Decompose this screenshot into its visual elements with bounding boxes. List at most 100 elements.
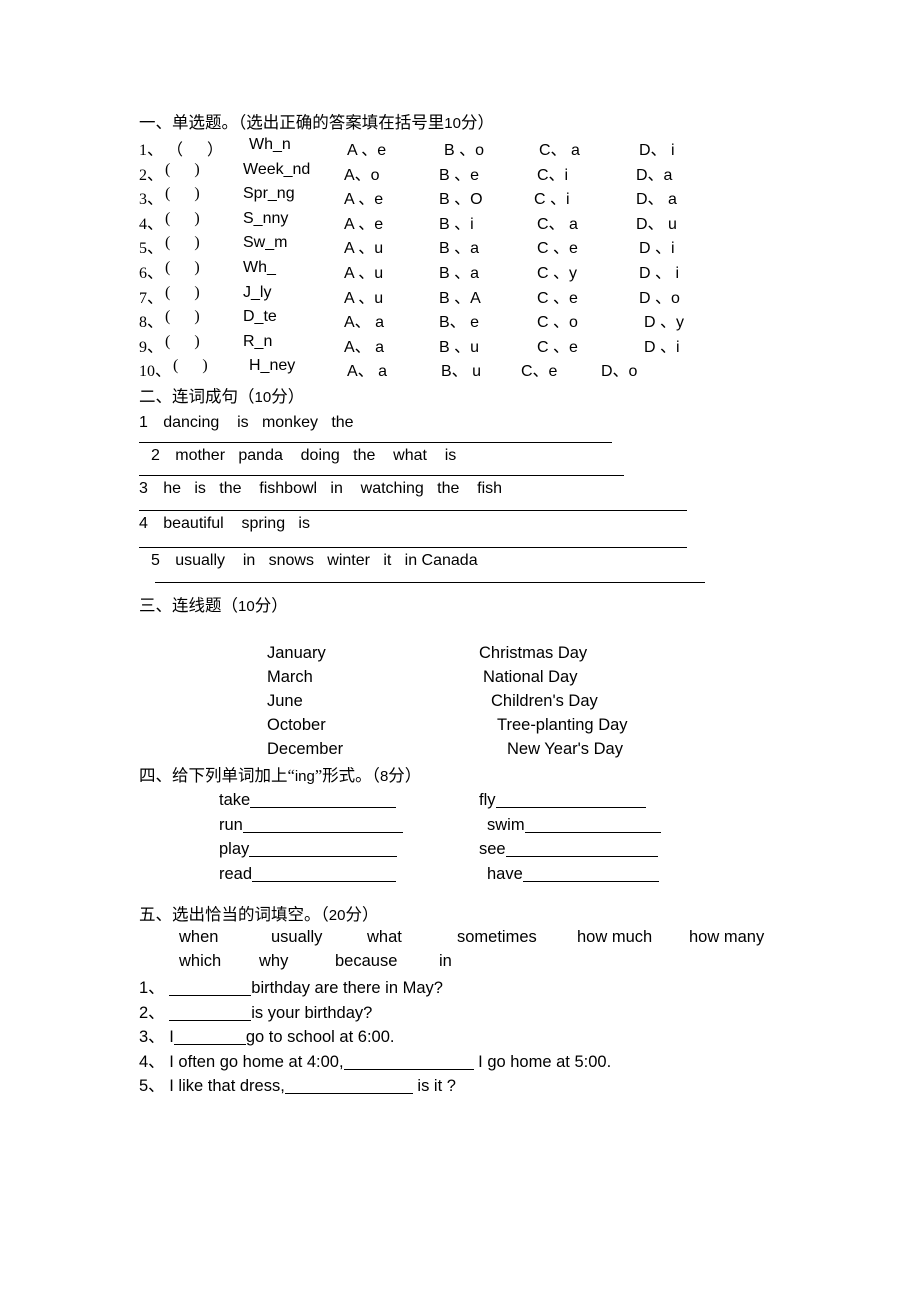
word-bank-word[interactable]: in (439, 952, 452, 971)
answer-option[interactable]: A、 a (344, 308, 384, 332)
matching-left-column: January March June October December (267, 641, 343, 761)
answer-option[interactable]: A 、u (344, 234, 383, 258)
answer-option[interactable]: D 、 i (639, 259, 679, 283)
answer-option[interactable]: B 、i (439, 210, 474, 234)
answer-option[interactable]: C 、e (537, 333, 578, 357)
answer-option[interactable]: A、 a (347, 357, 387, 381)
answer-option[interactable]: A 、e (347, 136, 386, 160)
ing-answer-blank[interactable] (505, 856, 658, 858)
ing-answer-blank[interactable] (242, 831, 403, 833)
answer-parentheses[interactable]: ( ) (165, 333, 200, 351)
answer-option[interactable]: C 、y (537, 259, 577, 283)
section-1-heading-score: 10 (444, 115, 461, 132)
word-bank-word[interactable]: how much (577, 928, 652, 947)
matching-month-item[interactable]: January (267, 641, 343, 665)
answer-parentheses[interactable]: ( ) (165, 259, 200, 277)
answer-option[interactable]: B、 u (441, 357, 481, 381)
ing-right-cell: swim (487, 816, 661, 835)
matching-holiday-item[interactable]: Christmas Day (479, 641, 729, 665)
ing-answer-blank[interactable] (252, 880, 397, 882)
fill-in-blank[interactable] (343, 1068, 474, 1070)
answer-option[interactable]: B 、u (439, 333, 479, 357)
answer-option[interactable]: A 、e (344, 210, 383, 234)
answer-option[interactable]: D 、y (644, 308, 684, 332)
answer-option[interactable]: D 、i (639, 234, 675, 258)
fill-in-blank[interactable] (284, 1093, 413, 1095)
fill-in-question-row: 3、 Igo to school at 6:00. (139, 1025, 839, 1050)
answer-option[interactable]: C 、i (534, 185, 570, 209)
ing-answer-blank[interactable] (524, 831, 661, 833)
answer-option[interactable]: C 、e (537, 284, 578, 308)
answer-option[interactable]: C 、e (537, 234, 578, 258)
fill-in-blank[interactable] (169, 995, 252, 997)
answer-parentheses[interactable]: ( ) (165, 234, 200, 252)
answer-option[interactable]: D、 a (636, 185, 677, 209)
word-bank-word[interactable]: which (179, 952, 221, 971)
answer-option[interactable]: B 、o (444, 136, 484, 160)
section-2-heading-text: 二、连词成句（ (139, 386, 255, 406)
question-number: 4、 (139, 215, 164, 233)
answer-option[interactable]: A 、u (344, 259, 383, 283)
answer-parentheses[interactable]: ( ) (165, 185, 200, 203)
answer-option[interactable]: A 、u (344, 284, 383, 308)
answer-parentheses[interactable]: ( ) (165, 161, 200, 179)
answer-option[interactable]: D、a (636, 161, 672, 185)
answer-parentheses[interactable]: ( ) (165, 284, 200, 302)
fill-in-blank[interactable] (169, 1019, 252, 1021)
matching-month-item[interactable]: March (267, 665, 343, 689)
word-bank-word[interactable]: why (259, 952, 288, 971)
answer-option[interactable]: D 、i (644, 333, 680, 357)
answer-parentheses[interactable]: （ ） (167, 136, 223, 160)
word-bank-word[interactable]: because (335, 952, 397, 971)
answer-parentheses[interactable]: ( ) (165, 308, 200, 326)
matching-holiday-item[interactable]: New Year's Day (479, 737, 729, 761)
answer-parentheses[interactable]: ( ) (165, 210, 200, 228)
answer-option[interactable]: D、 i (639, 136, 675, 160)
ing-right-cell: fly (479, 791, 646, 810)
matching-holiday-item[interactable]: Tree-planting Day (479, 713, 729, 737)
fill-in-question-row: 4、 I often go home at 4:00, I go home at… (139, 1050, 839, 1075)
question-number: 9、 (139, 338, 164, 356)
fill-in-blank[interactable] (173, 1044, 246, 1046)
answer-option[interactable]: B 、O (439, 185, 483, 209)
question-text-after: is it ? (412, 1077, 456, 1096)
ing-base-word: take (219, 790, 251, 809)
matching-holiday-item[interactable]: National Day (479, 665, 729, 689)
word-bank-word[interactable]: what (367, 928, 402, 947)
answer-option[interactable]: B 、A (439, 284, 481, 308)
multiple-choice-row: 4、( ) S_nny A 、e B 、i C、 a D、 u (139, 210, 839, 235)
ing-answer-blank[interactable] (249, 856, 398, 858)
matching-month-item[interactable]: October (267, 713, 343, 737)
answer-option[interactable]: B、 e (439, 308, 479, 332)
question-word: Wh_ (243, 258, 276, 276)
word-bank-word[interactable]: sometimes (457, 928, 537, 947)
answer-parentheses[interactable]: ( ) (173, 357, 208, 375)
matching-month-item[interactable]: June (267, 689, 343, 713)
answer-option[interactable]: B 、e (439, 161, 479, 185)
answer-option[interactable]: D、 u (636, 210, 677, 234)
answer-option[interactable]: A、 a (344, 333, 384, 357)
word-bank-word[interactable]: how many (689, 928, 764, 947)
answer-option[interactable]: A、o (344, 161, 380, 185)
matching-holiday-item[interactable]: Children's Day (479, 689, 729, 713)
answer-option[interactable]: B 、a (439, 259, 479, 283)
ing-answer-blank[interactable] (495, 806, 646, 808)
ing-answer-blank[interactable] (522, 880, 659, 882)
answer-option[interactable]: C、i (537, 161, 568, 185)
answer-option[interactable]: C、e (521, 357, 557, 381)
question-text-after: is your birthday? (251, 1003, 373, 1022)
answer-option[interactable]: C、 a (537, 210, 578, 234)
section-3-heading: 三、连线题（10分） (139, 593, 839, 619)
word-bank-word[interactable]: usually (271, 928, 322, 947)
answer-option[interactable]: C、 a (539, 136, 580, 160)
answer-option[interactable]: C 、o (537, 308, 578, 332)
matching-month-item[interactable]: December (267, 737, 343, 761)
answer-option[interactable]: B 、a (439, 234, 479, 258)
answer-option[interactable]: D、o (601, 357, 637, 381)
answer-line[interactable] (155, 581, 705, 583)
answer-option[interactable]: D 、o (639, 284, 680, 308)
answer-option[interactable]: A 、e (344, 185, 383, 209)
word-bank-word[interactable]: when (179, 928, 218, 947)
question-number: 5、 (139, 240, 164, 258)
ing-answer-blank[interactable] (250, 806, 397, 808)
